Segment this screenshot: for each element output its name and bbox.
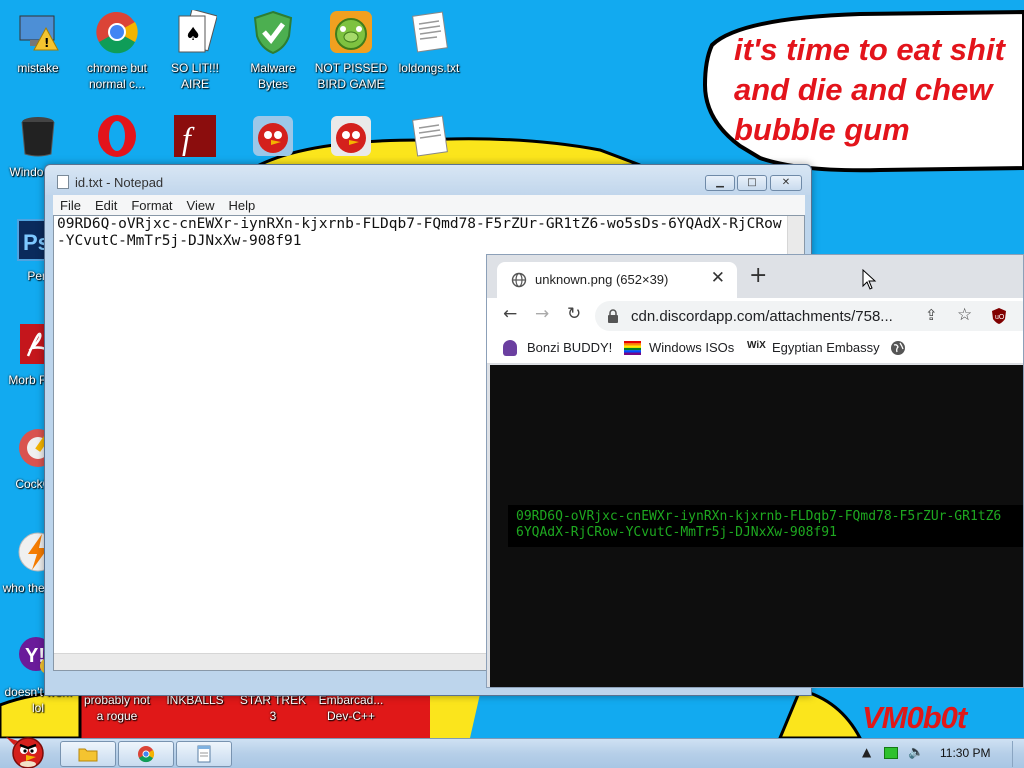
red-bird-icon [249,112,297,160]
trash-can-icon [14,112,62,160]
desktop-icon-bird-1[interactable] [235,112,311,160]
close-button[interactable]: ✕ [770,175,802,191]
desktop-icon-label: chrome but normal c... [86,61,148,91]
menu-file[interactable]: File [53,196,88,213]
svg-text:uO: uO [995,314,1005,321]
menu-format[interactable]: Format [124,196,179,213]
address-bar[interactable]: cdn.discordapp.com/attachments/758... ⇪ … [595,301,1023,331]
svg-text:!: ! [44,36,49,50]
notepad-title: id.txt - Notepad [75,175,164,190]
lock-icon [608,309,618,323]
shield-check-icon [249,8,297,56]
desktop-icon-chrome[interactable]: chrome but normal c... [79,8,155,92]
text-file-icon [405,112,453,160]
globe-icon[interactable] [890,340,906,356]
speech-line-1: it's time to eat shit [734,32,1005,67]
desktop-icon-loldongs[interactable]: loldongs.txt [391,8,467,76]
wix-icon: WiX [747,340,766,351]
speech-line-3: bubble gum [734,112,910,147]
desktop-icon-flash[interactable]: f [157,112,233,160]
network-icon[interactable] [884,747,898,759]
image-text-line-1: 09RD6Q-oVRjxc-cnEWXr-iynRXn-kjxrnb-FLDqb… [516,509,1002,524]
flash-icon: f [171,112,219,160]
maximize-button[interactable]: □ [737,175,767,191]
desktop-icon-malwarebytes[interactable]: Malware Bytes [235,8,311,92]
taskbar-chrome-button[interactable] [118,741,174,767]
desktop-icon-opera[interactable] [79,112,155,160]
ublock-icon[interactable]: uO [991,307,1007,325]
forward-arrow-icon[interactable]: → [535,304,549,324]
new-tab-button[interactable]: + [749,263,767,288]
desktop-icon-solitaire[interactable]: ♠ SO LIT!!! AIRE [157,8,233,92]
notepad-file-icon [57,175,69,189]
image-viewer: 09RD6Q-oVRjxc-cnEWXr-iynRXn-kjxrnb-FLDqb… [490,365,1023,687]
desktop-icon-textfile[interactable] [391,112,467,160]
solitaire-icon: ♠ [171,8,219,56]
bookmark-bonzi[interactable]: Bonzi BUDDY! [527,340,612,355]
notepad-content: 09RD6Q-oVRjxc-cnEWXr-iynRXn-kjxrnb-FLDqb… [57,216,782,249]
chrome-icon [138,746,155,763]
globe-icon [511,272,527,288]
desktop-icon-label: SO LIT!!! AIRE [170,61,219,91]
menu-view[interactable]: View [180,196,222,213]
desktop-icon-pig-game[interactable]: NOT PISSED BIRD GAME [313,8,389,92]
desktop-icon-label: STAR TREK 3 [239,693,307,723]
browser-toolbar: ← → ↻ cdn.discordapp.com/attachments/758… [487,298,1023,332]
start-button-bird-icon[interactable] [4,731,48,768]
minimize-button[interactable]: ▁ [705,175,735,191]
menu-help[interactable]: Help [221,196,262,213]
star-icon[interactable]: ☆ [957,305,972,325]
image-text-line-2: 6YQAdX-RjCRow-YCvutC-MmTr5j-DJNxXw-908f9… [516,525,837,540]
opera-icon [93,112,141,160]
tray-arrow-icon[interactable]: ▲ [862,745,871,759]
mouse-cursor-icon [862,269,877,290]
rainbow-flag-icon [624,341,641,355]
bookmark-egyptian-embassy[interactable]: Egyptian Embassy [772,340,880,355]
speech-bubble-text: it's time to eat shit and die and chew b… [734,30,1024,150]
desktop-icon-label: mistake [17,61,59,75]
desktop-icon-label: probably not a rogue [83,693,151,723]
tab-title: unknown.png (652×39) [535,272,669,287]
share-icon[interactable]: ⇪ [925,306,938,324]
image-text: 09RD6Q-oVRjxc-cnEWXr-iynRXn-kjxrnb-FLDqb… [516,509,1001,541]
tab-close-icon[interactable]: ✕ [711,268,725,288]
browser-tab[interactable]: unknown.png (652×39) ✕ [497,262,737,298]
desktop-icon-bird-2[interactable] [313,112,389,160]
wallpaper-signature: VM0b0t [862,700,967,735]
taskbar-explorer-button[interactable] [60,741,116,767]
taskbar-clock[interactable]: 11:30 PM [940,746,990,760]
desktop-icon-label: loldongs.txt [398,61,460,75]
back-arrow-icon[interactable]: ← [503,304,517,324]
text-file-icon [405,8,453,56]
green-pig-icon [327,8,375,56]
reload-icon[interactable]: ↻ [567,304,581,324]
taskbar-notepad-button[interactable] [176,741,232,767]
url-text: cdn.discordapp.com/attachments/758... [631,308,893,325]
notepad-icon [197,745,211,763]
displayed-image: 09RD6Q-oVRjxc-cnEWXr-iynRXn-kjxrnb-FLDqb… [508,505,1023,547]
desktop-icon-label: Malware Bytes [250,61,296,91]
red-bird-icon [327,112,375,160]
computer-warning-icon: ! [14,8,62,56]
bookmark-windows-isos[interactable]: Windows ISOs [649,340,734,355]
speech-line-2: and die and chew [734,72,993,107]
show-desktop-button[interactable] [1012,741,1022,767]
svg-text:♠: ♠ [185,24,201,45]
folder-icon [78,748,98,762]
notepad-menubar: File Edit Format View Help [53,195,805,215]
chrome-window[interactable]: unknown.png (652×39) ✕ + ← → ↻ cdn.disco… [486,254,1024,688]
taskbar: ▲ 🔈 11:30 PM [0,737,1024,768]
bookmarks-bar: Bonzi BUDDY! Windows ISOs WiX Egyptian E… [487,332,1023,364]
desktop-icon-label: Embarcad... Dev-C++ [318,693,384,723]
volume-icon[interactable]: 🔈 [908,745,924,760]
chrome-icon [93,8,141,56]
bonzi-icon [503,340,517,356]
desktop-icon-label: NOT PISSED BIRD GAME [314,61,388,91]
menu-edit[interactable]: Edit [88,196,124,213]
desktop-icon-mistake[interactable]: ! mistake [0,8,76,76]
notepad-titlebar[interactable]: id.txt - Notepad ▁ □ ✕ [45,165,811,195]
